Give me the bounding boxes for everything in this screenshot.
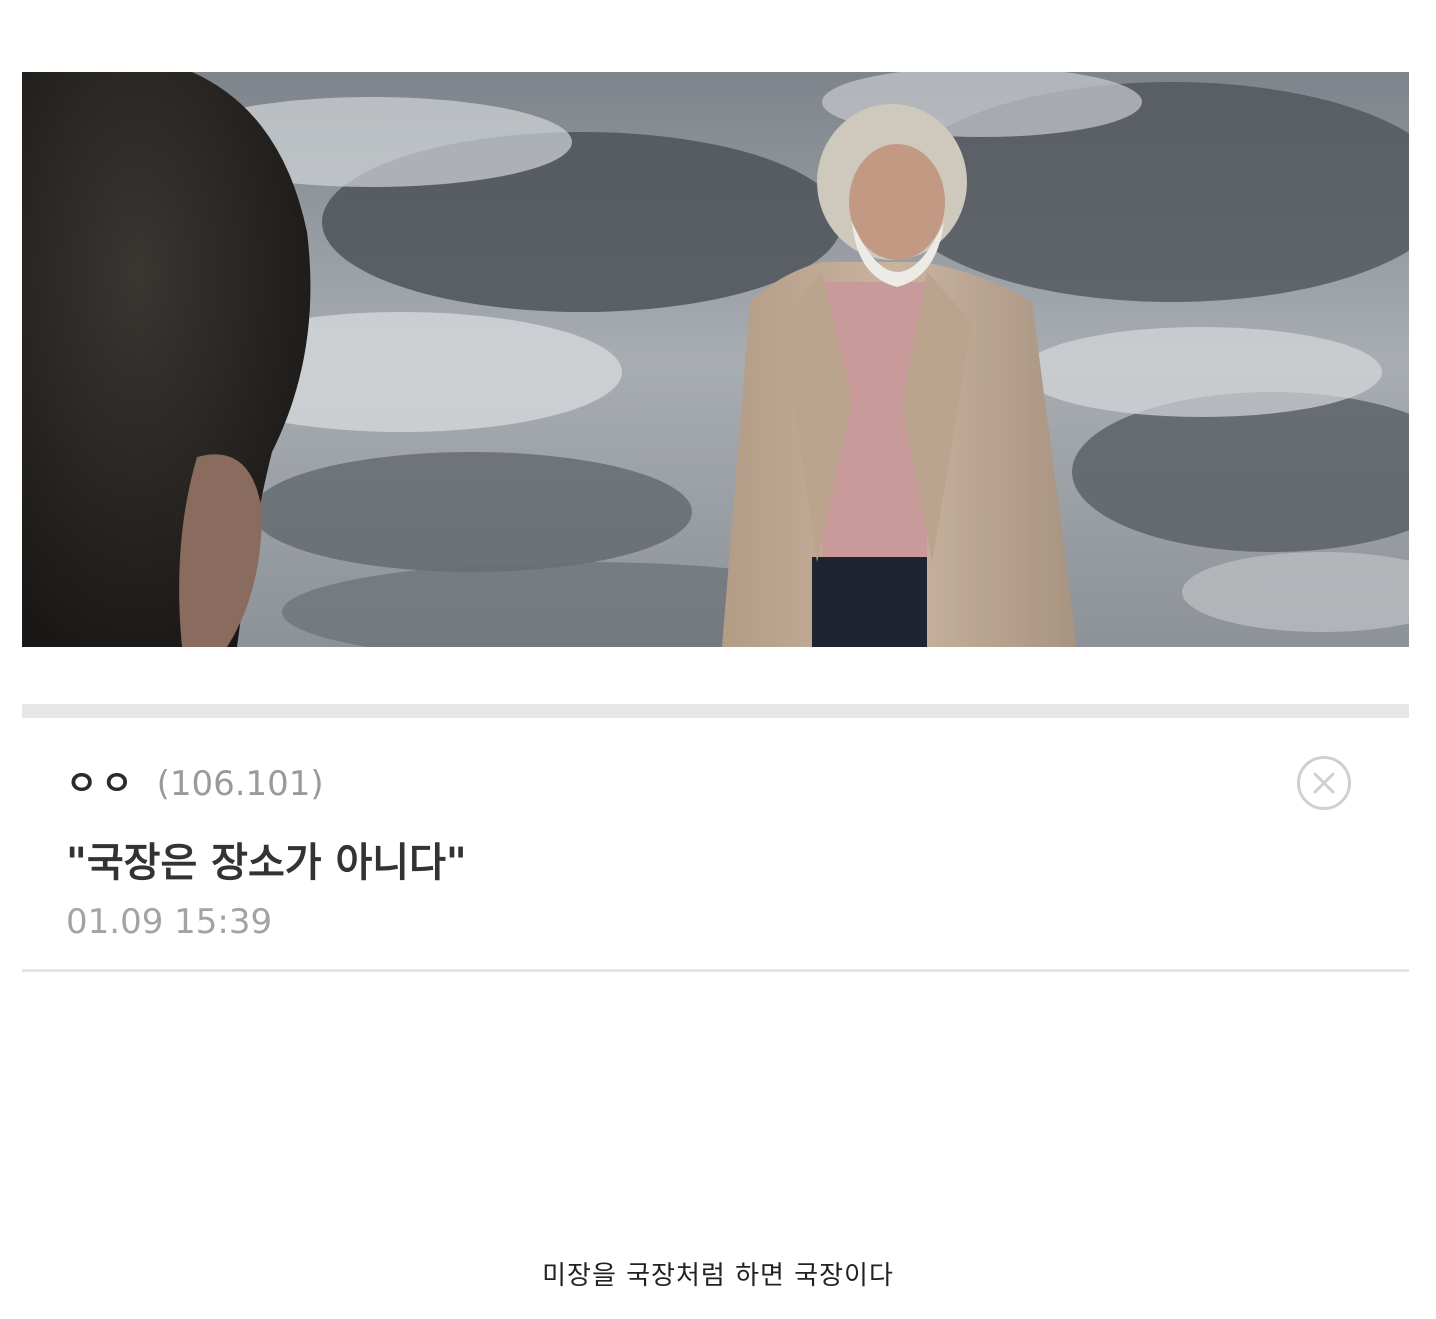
comment-timestamp: 01.09 15:39 <box>66 902 273 942</box>
comment-ip: (106.101) <box>156 764 324 804</box>
movie-still-image <box>22 72 1409 647</box>
comment-author[interactable]: ㅇㅇ <box>66 756 137 805</box>
comment-section-divider <box>22 704 1409 718</box>
comment-bottom-divider <box>22 969 1409 972</box>
close-circle-icon <box>1313 772 1335 794</box>
comment-text: "국장은 장소가 아니다" <box>66 840 467 886</box>
comment-item: ㅇㅇ (106.101) "국장은 장소가 아니다" 01.09 15:39 <box>22 718 1409 970</box>
post-caption: 미장을 국장처럼 하면 국장이다 <box>542 1261 894 1291</box>
comment-header: ㅇㅇ (106.101) <box>66 756 324 805</box>
delete-comment-button[interactable] <box>1297 756 1351 810</box>
